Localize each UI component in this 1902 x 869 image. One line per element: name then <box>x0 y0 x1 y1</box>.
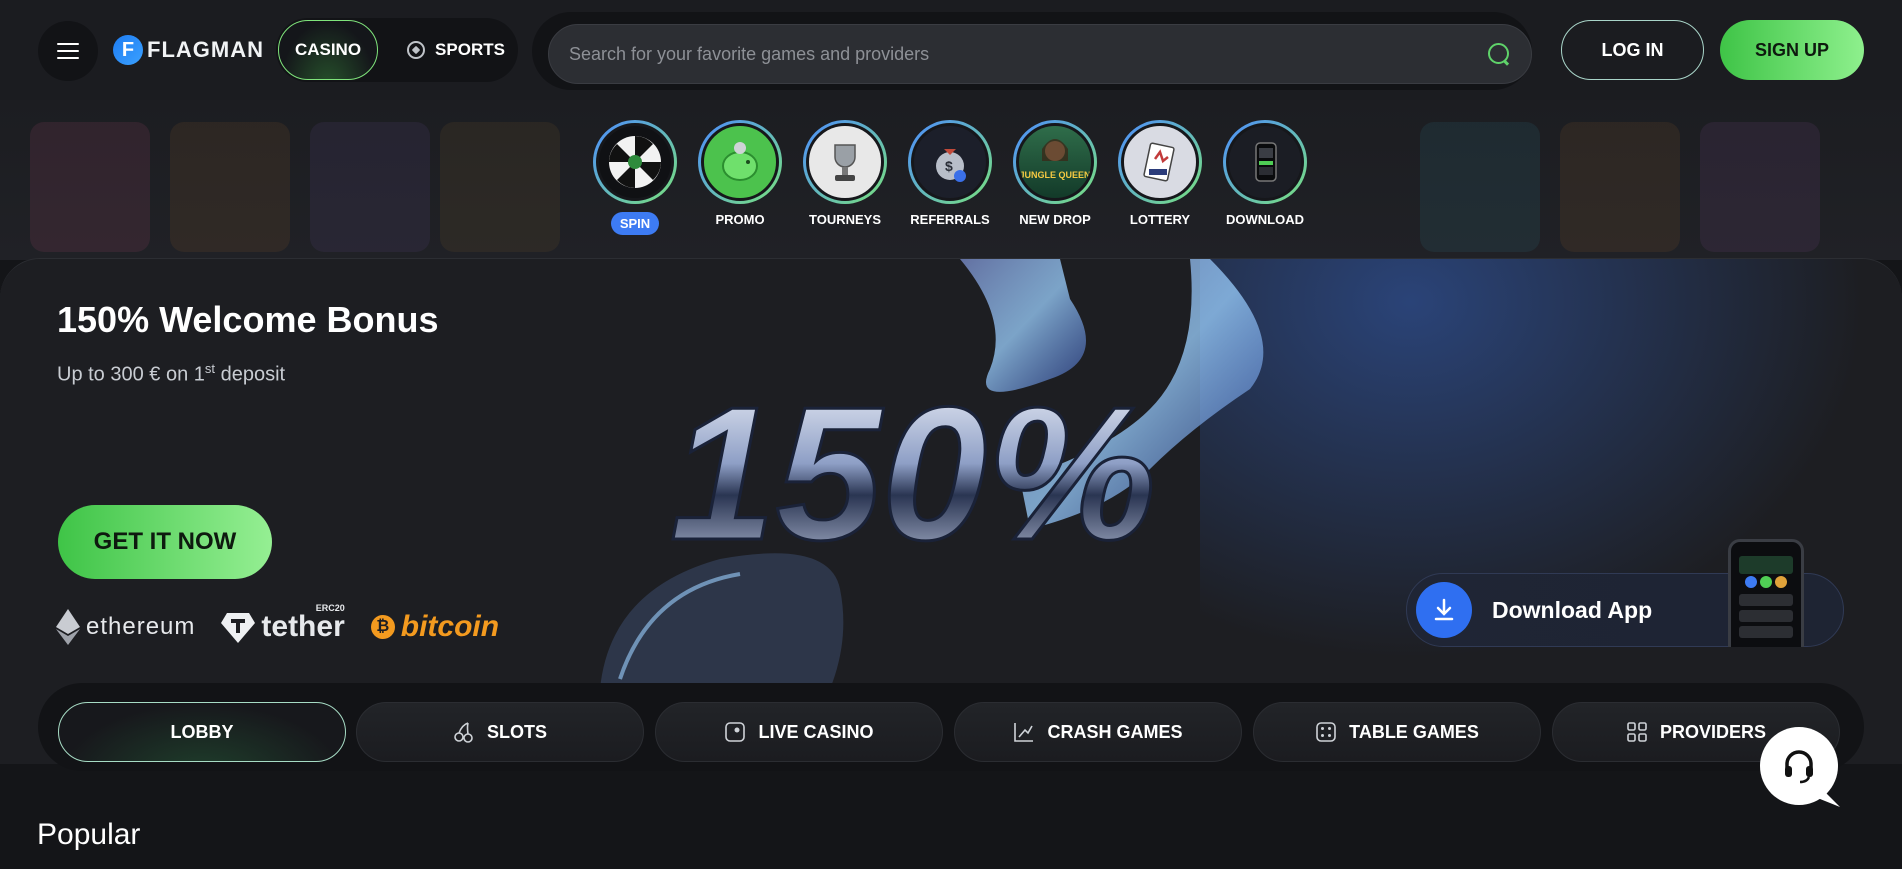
shortcut-spin[interactable]: SPIN <box>585 120 685 235</box>
shortcut-promo[interactable]: PROMO <box>690 120 790 227</box>
banner-big-percent: 150% <box>670 368 1156 580</box>
shortcut-label: SPIN <box>610 212 660 235</box>
shortcut-tourneys[interactable]: TOURNEYS <box>795 120 895 227</box>
shortcut-label: NEW DROP <box>1019 212 1091 227</box>
mode-switch: CASINO SPORTS <box>276 18 518 82</box>
ticket-icon <box>1121 123 1199 201</box>
bg-game-thumb <box>310 122 430 252</box>
tab-table-games[interactable]: TABLE GAMES <box>1253 702 1541 762</box>
phone-icon <box>1226 123 1304 201</box>
tab-label: LIVE CASINO <box>758 721 874 742</box>
tab-lobby[interactable]: LOBBY <box>58 702 346 762</box>
tether-icon <box>221 613 256 643</box>
crypto-logos: ethereum tether ERC20 ₿ bitcoin <box>56 603 499 645</box>
download-app-label: Download App <box>1492 596 1653 623</box>
support-chat-button[interactable] <box>1760 727 1838 805</box>
banner-subtitle: Up to 300 € on 1st deposit <box>57 361 286 386</box>
money-bag-icon: $ <box>911 123 989 201</box>
bitcoin-logo: ₿ bitcoin <box>370 610 499 644</box>
tab-crash-games[interactable]: CRASH GAMES <box>954 702 1242 762</box>
ethereum-icon <box>56 609 80 645</box>
top-header: F FLAGMAN CASINO SPORTS LOG IN SIGN UP <box>0 0 1902 100</box>
shortcut-new-drop[interactable]: JUNGLE QUEEN NEW DROP <box>1005 120 1105 227</box>
dice-icon <box>1316 722 1336 742</box>
piggy-bank-icon <box>701 123 779 201</box>
tab-label: PROVIDERS <box>1659 721 1767 742</box>
shortcut-label: PROMO <box>715 212 765 227</box>
search-container <box>532 12 1532 90</box>
svg-text:$: $ <box>945 158 953 174</box>
download-icon <box>1416 582 1472 638</box>
signup-button[interactable]: SIGN UP <box>1720 20 1864 80</box>
casino-mode-button[interactable]: CASINO <box>278 20 378 80</box>
logo-text: FLAGMAN <box>147 37 264 62</box>
tab-label: SLOTS <box>486 721 547 742</box>
grid-icon <box>1627 722 1647 742</box>
shortcut-label: DOWNLOAD <box>1226 212 1304 227</box>
shortcut-label: LOTTERY <box>1129 212 1191 227</box>
tab-slots[interactable]: SLOTS <box>356 702 644 762</box>
bg-game-thumb <box>30 122 150 252</box>
bg-game-thumb <box>1560 122 1680 252</box>
category-tabs: LOBBY SLOTS LIVE CASINO CRASH GAMES TABL… <box>38 683 1864 771</box>
bg-game-thumb <box>1420 122 1540 252</box>
headset-icon <box>1785 750 1813 784</box>
banner-title: 150% Welcome Bonus <box>57 299 439 340</box>
jungle-queen-icon: JUNGLE QUEEN <box>1016 123 1094 201</box>
shortcut-referrals[interactable]: $ REFERRALS <box>900 120 1000 227</box>
shortcut-label: TOURNEYS <box>809 212 881 227</box>
shortcut-label: REFERRALS <box>910 212 990 227</box>
ethereum-logo: ethereum <box>56 609 195 645</box>
chart-up-icon <box>1014 723 1034 742</box>
tether-logo: tether ERC20 <box>221 603 345 644</box>
logo-mark-icon: F <box>113 35 143 65</box>
cherries-icon <box>454 722 473 743</box>
bg-game-thumb <box>1700 122 1820 252</box>
svg-text:JUNGLE QUEEN: JUNGLE QUEEN <box>1020 170 1090 180</box>
live-icon <box>725 722 746 742</box>
tab-label: CRASH GAMES <box>1047 721 1183 742</box>
menu-button[interactable] <box>38 21 98 81</box>
search-icon[interactable] <box>1487 42 1511 66</box>
bitcoin-icon: ₿ <box>370 615 395 639</box>
section-title-popular: Popular <box>37 818 141 851</box>
sports-mode-button[interactable]: SPORTS <box>396 20 516 80</box>
bg-game-thumb <box>170 122 290 252</box>
search-input[interactable] <box>569 43 1487 65</box>
flagman-logo[interactable]: F FLAGMAN <box>113 35 264 65</box>
bg-game-thumb <box>440 122 560 252</box>
trophy-icon <box>806 123 884 201</box>
tab-live-casino[interactable]: LIVE CASINO <box>655 702 943 762</box>
search-bar <box>548 24 1532 84</box>
tab-label: TABLE GAMES <box>1349 721 1479 742</box>
hamburger-icon <box>57 43 79 59</box>
shortcut-lottery[interactable]: LOTTERY <box>1110 120 1210 227</box>
wheel-icon <box>596 123 674 201</box>
get-it-now-button[interactable]: GET IT NOW <box>58 505 272 579</box>
shortcut-download[interactable]: DOWNLOAD <box>1215 120 1315 227</box>
login-button[interactable]: LOG IN <box>1561 20 1704 80</box>
sports-mode-label: SPORTS <box>435 40 505 59</box>
tab-label: LOBBY <box>170 721 234 742</box>
promo-shortcut-strip: SPIN PROMO TOURNEYS $ REFERRALS JUNGLE Q… <box>0 100 1902 260</box>
banner-artwork: 150% <box>600 259 1264 689</box>
phone-mockup-image <box>1728 539 1804 647</box>
soccer-ball-icon <box>407 41 426 59</box>
